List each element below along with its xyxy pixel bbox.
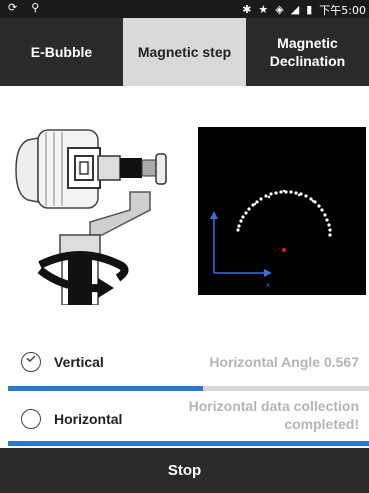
vertical-row[interactable]: Vertical Horizontal Angle 0.567 [0, 342, 369, 382]
magnetic-plot-svg: y x [210, 189, 332, 289]
vertical-status-text: Horizontal Angle 0.567 [209, 354, 359, 370]
status-time: 下午5:00 [319, 4, 366, 17]
bluetooth-icon: ✱ [242, 3, 252, 16]
vertical-progress-bar [8, 386, 369, 391]
star-icon: ★ [258, 3, 269, 16]
tab-magnetic-declination[interactable]: Magnetic Declination [246, 18, 369, 86]
horizontal-label: Horizontal [54, 411, 123, 427]
magnetic-data-plot: y x [198, 127, 366, 295]
tab-magnetic-step[interactable]: Magnetic step [123, 18, 246, 86]
horizontal-progress-fill [8, 441, 369, 446]
battery-icon: ▮ [306, 3, 313, 16]
device-illustration-svg [15, 129, 167, 306]
check-icon [26, 355, 36, 362]
stop-button[interactable]: Stop [0, 448, 369, 493]
wifi-icon: ◈ [275, 3, 284, 16]
center-point [282, 248, 286, 252]
horizontal-status-text: Horizontal data collection completed! [188, 398, 359, 432]
sync-icon: ⟳ [8, 1, 18, 14]
device-rotation-illustration [10, 110, 195, 306]
status-right: ✱ ★ ◈ ◢ ▮ 下午5:00 [242, 2, 366, 18]
tab-e-bubble[interactable]: E-Bubble [0, 18, 123, 86]
horizontal-check-circle[interactable] [21, 409, 41, 429]
axis-y-letter: y [212, 213, 216, 221]
vertical-check-circle[interactable] [21, 352, 41, 372]
location-icon: ⚲ [31, 1, 40, 14]
status-left: ⟳ ⚲ [8, 1, 39, 15]
data-arc [236, 189, 332, 237]
signal-icon: ◢ [290, 3, 300, 16]
vertical-label: Vertical [54, 354, 104, 370]
status-bar: ⟳ ⚲ ✱ ★ ◈ ◢ ▮ 下午5:00 [0, 0, 369, 18]
horizontal-progress-bar [8, 441, 369, 446]
horizontal-row[interactable]: Horizontal Horizontal data collection co… [0, 395, 369, 440]
tab-bar: E-Bubble Magnetic step Magnetic Declinat… [0, 18, 369, 86]
vertical-progress-fill [8, 386, 203, 391]
axis-x-letter: x [266, 281, 270, 289]
